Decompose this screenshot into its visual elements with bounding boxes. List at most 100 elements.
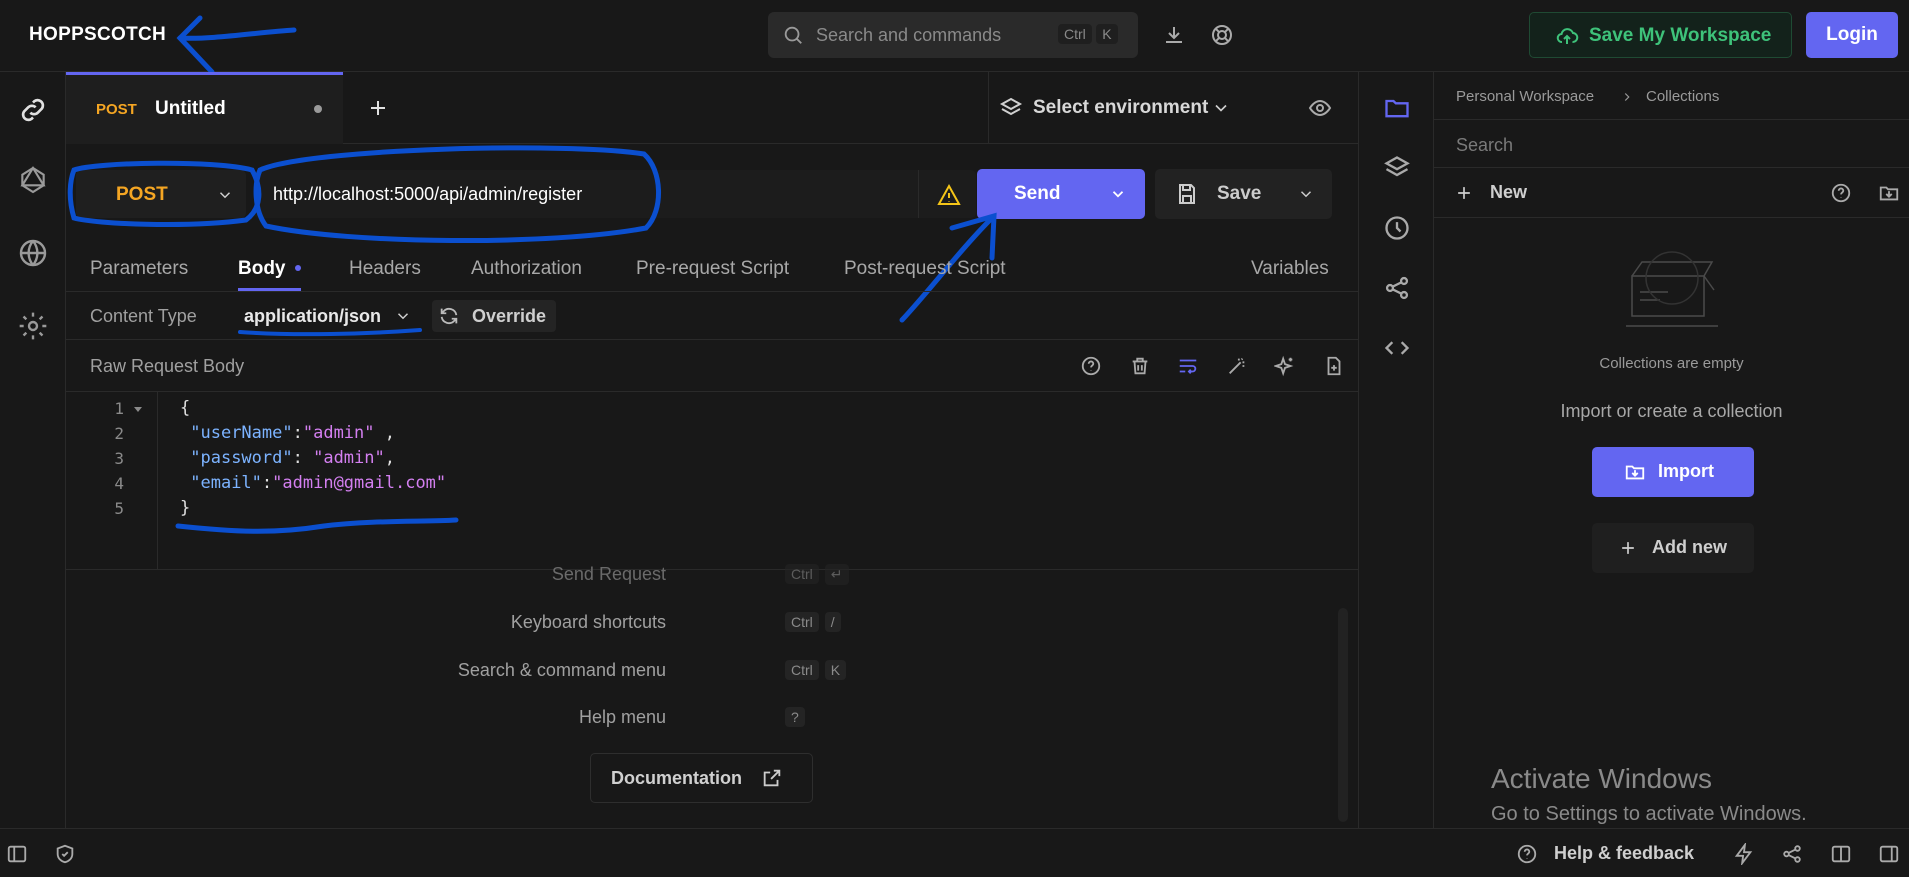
raw-body-toolbar: Raw Request Body bbox=[66, 340, 1358, 392]
kbd-key: / bbox=[824, 612, 841, 632]
kbd-key: Ctrl bbox=[785, 660, 819, 680]
tab-post-request-script[interactable]: Post-request Script bbox=[844, 258, 1006, 280]
tab-variables[interactable]: Variables bbox=[1251, 258, 1329, 280]
scrollbar[interactable] bbox=[1338, 608, 1348, 822]
collections-search[interactable]: Search bbox=[1434, 120, 1909, 168]
breadcrumb-workspace[interactable]: Personal Workspace bbox=[1456, 88, 1594, 105]
environment-selector[interactable]: Select environment bbox=[988, 72, 1350, 144]
watermark-title: Activate Windows bbox=[1491, 763, 1712, 794]
shortcut-label: Keyboard shortcuts bbox=[510, 612, 666, 632]
chevron-down-icon[interactable] bbox=[1297, 185, 1315, 203]
external-link-icon bbox=[763, 769, 781, 787]
kbd-ctrl: Ctrl bbox=[1058, 24, 1092, 44]
kbd-key: K bbox=[824, 660, 847, 680]
add-new-button[interactable]: Add new bbox=[1592, 523, 1754, 573]
collections-panel: Personal Workspace Collections Search Ne… bbox=[1434, 72, 1909, 828]
annotation-arrow-logo bbox=[176, 15, 297, 75]
new-collection-button[interactable]: New bbox=[1454, 180, 1554, 208]
file-add-icon[interactable] bbox=[1323, 355, 1345, 377]
realtime-globe-icon[interactable] bbox=[17, 237, 49, 269]
shortcut-keys: Ctrl ↵ bbox=[785, 564, 855, 585]
line-number: 4 bbox=[114, 474, 124, 493]
chevron-right-icon bbox=[1624, 93, 1630, 101]
json-tail: , bbox=[374, 423, 395, 443]
right-sidebar-icon[interactable] bbox=[1878, 843, 1900, 865]
share-icon[interactable] bbox=[1383, 274, 1411, 302]
plus-icon bbox=[1622, 542, 1634, 554]
json-key: "email" bbox=[190, 473, 262, 493]
override-button[interactable]: Override bbox=[432, 300, 556, 332]
eye-icon[interactable] bbox=[1308, 96, 1332, 120]
json-key: "userName" bbox=[190, 423, 293, 443]
import-button[interactable]: Import bbox=[1592, 447, 1754, 497]
trash-icon[interactable] bbox=[1129, 355, 1151, 377]
empty-box-illustration-icon bbox=[1626, 251, 1718, 327]
settings-gear-icon[interactable] bbox=[17, 310, 49, 342]
floppy-icon bbox=[1179, 184, 1195, 204]
tab-headers[interactable]: Headers bbox=[349, 258, 421, 280]
collections-toolbar: New bbox=[1434, 168, 1909, 218]
shortcut-keys: Ctrl K bbox=[785, 660, 852, 680]
support-icon[interactable] bbox=[1210, 23, 1234, 47]
tab-parameters[interactable]: Parameters bbox=[90, 258, 188, 280]
json-sep: : bbox=[292, 423, 303, 443]
app-logo[interactable]: HOPPSCOTCH bbox=[29, 24, 166, 46]
sparkles-icon[interactable] bbox=[1274, 355, 1296, 377]
tab-pre-request-script[interactable]: Pre-request Script bbox=[636, 258, 789, 280]
json-value: "admin" bbox=[302, 423, 375, 443]
help-feedback-label: Help & feedback bbox=[1554, 843, 1695, 863]
save-button[interactable]: Save bbox=[1155, 169, 1332, 219]
download-icon[interactable] bbox=[1162, 23, 1186, 47]
shortcut-label: Search & command menu bbox=[457, 660, 666, 680]
code-line: "password": "admin", bbox=[180, 448, 395, 468]
tab-body[interactable]: Body bbox=[238, 258, 286, 280]
documentation-button[interactable]: Documentation bbox=[590, 753, 813, 803]
help-circle-icon[interactable] bbox=[1830, 182, 1852, 204]
lightning-icon[interactable] bbox=[1733, 843, 1755, 865]
breadcrumb: Personal Workspace Collections bbox=[1434, 72, 1909, 120]
search-bar[interactable]: Search and commands Ctrl K bbox=[768, 12, 1138, 58]
fold-caret-icon[interactable] bbox=[134, 406, 142, 414]
chevron-down-icon[interactable] bbox=[1109, 185, 1127, 203]
left-nav bbox=[0, 72, 66, 828]
magic-wand-icon[interactable] bbox=[1226, 355, 1248, 377]
save-label: Save bbox=[1217, 183, 1262, 204]
split-layout-icon[interactable] bbox=[1830, 843, 1852, 865]
code-editor[interactable]: 1 2 3 4 5 { "userName":"admin" , "passwo… bbox=[66, 392, 1358, 570]
active-tab-underline bbox=[238, 288, 301, 291]
body-indicator-dot-icon bbox=[295, 265, 301, 271]
line-number: 5 bbox=[114, 499, 124, 518]
shield-icon[interactable] bbox=[54, 843, 76, 865]
environments-layers-icon[interactable] bbox=[1383, 154, 1411, 182]
tab-authorization[interactable]: Authorization bbox=[471, 258, 582, 280]
history-clock-icon[interactable] bbox=[1383, 214, 1411, 242]
code-brackets-icon[interactable] bbox=[1383, 334, 1411, 362]
right-nav bbox=[1358, 72, 1434, 828]
sidebar-toggle-icon[interactable] bbox=[6, 843, 28, 865]
line-number: 3 bbox=[114, 449, 124, 468]
request-tab[interactable]: POST Untitled bbox=[66, 72, 343, 144]
add-new-label: Add new bbox=[1652, 537, 1727, 557]
bottom-bar: Help & feedback bbox=[0, 828, 1909, 877]
wrap-lines-icon[interactable] bbox=[1177, 355, 1199, 377]
new-tab-plus-icon[interactable] bbox=[366, 96, 390, 120]
save-workspace-button[interactable]: Save My Workspace bbox=[1529, 12, 1792, 58]
kbd-key: Ctrl bbox=[785, 564, 819, 584]
json-sep: : bbox=[292, 448, 314, 468]
login-button[interactable]: Login bbox=[1806, 12, 1898, 58]
annotation-circle-method bbox=[67, 160, 262, 227]
breadcrumb-collections[interactable]: Collections bbox=[1646, 88, 1719, 105]
json-tail: , bbox=[384, 448, 395, 468]
empty-state-text: Collections are empty bbox=[1599, 355, 1744, 372]
send-label: Send bbox=[1014, 183, 1061, 204]
rest-link-icon[interactable] bbox=[17, 94, 49, 126]
help-circle-icon[interactable] bbox=[1080, 355, 1102, 377]
share-icon[interactable] bbox=[1781, 843, 1803, 865]
help-feedback-button[interactable]: Help & feedback bbox=[1516, 841, 1701, 867]
collections-folder-icon[interactable] bbox=[1383, 94, 1411, 122]
graphql-icon[interactable] bbox=[17, 164, 49, 196]
kbd-key: Ctrl bbox=[785, 612, 819, 632]
import-folder-icon[interactable] bbox=[1878, 182, 1900, 204]
request-tab-bar: POST Untitled Select environment bbox=[66, 72, 1358, 144]
kbd-key: ? bbox=[785, 707, 805, 727]
